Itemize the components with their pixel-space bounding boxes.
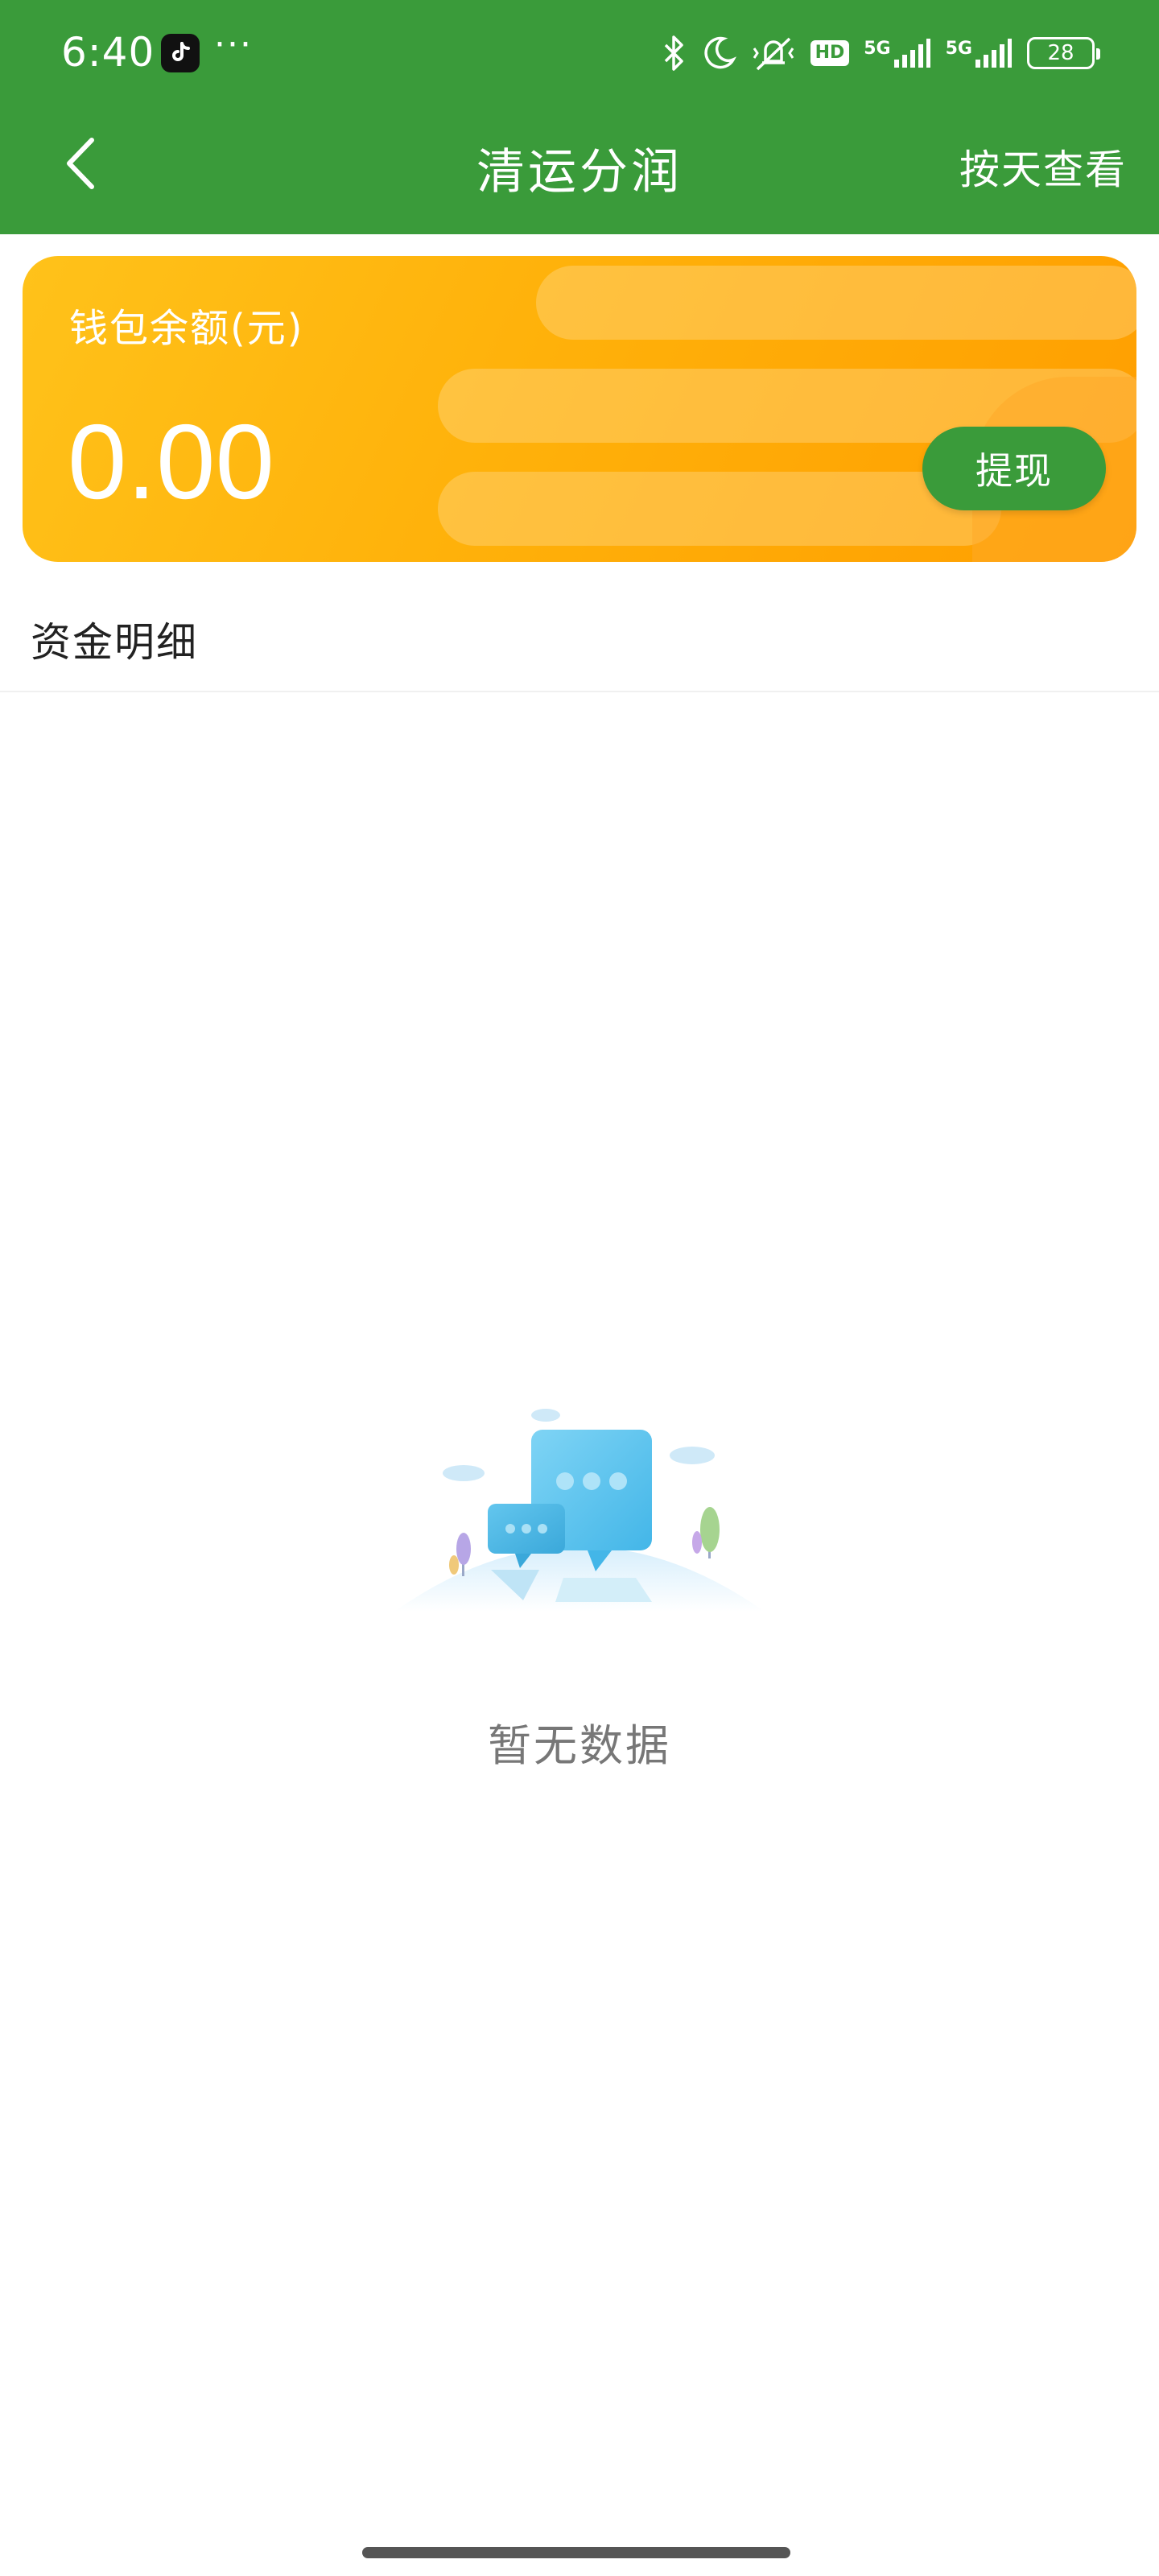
notification-more-icon: ···	[214, 24, 253, 65]
card-decoration	[438, 472, 1001, 546]
battery-level: 28	[1047, 41, 1074, 65]
status-bar: 6:40 ··· HD 5G 5G 28	[0, 0, 1159, 107]
signal-1: 5G	[864, 37, 930, 69]
status-icons: HD 5G 5G 28	[662, 31, 1100, 76]
network-type-label: 5G	[864, 39, 891, 59]
empty-state-illustration	[394, 1401, 765, 1618]
section-title-fund-details: 资金明细	[31, 619, 198, 666]
wallet-balance-label: 钱包余额(元)	[69, 306, 304, 351]
network-type-label: 5G	[945, 39, 972, 59]
battery-icon: 28	[1027, 37, 1100, 69]
app-header: 6:40 ··· HD 5G 5G 28 清运分润 按天查看	[0, 0, 1159, 234]
bluetooth-icon	[662, 34, 687, 72]
card-decoration	[536, 266, 1136, 340]
moon-icon	[701, 35, 736, 71]
nav-bar: 清运分润 按天查看	[0, 107, 1159, 234]
home-indicator[interactable]	[362, 2547, 790, 2558]
withdraw-button[interactable]: 提现	[922, 427, 1106, 510]
wallet-card: 钱包余额(元) 0.00 提现	[23, 256, 1136, 562]
hd-badge: HD	[810, 40, 850, 66]
tiktok-icon	[161, 34, 200, 72]
wallet-balance-amount: 0.00	[68, 402, 274, 521]
status-time: 6:40	[61, 29, 155, 76]
divider	[0, 691, 1159, 692]
mute-bell-icon	[751, 34, 796, 72]
view-by-day-button[interactable]: 按天查看	[959, 138, 1127, 196]
empty-state-text: 暂无数据	[488, 1720, 671, 1771]
signal-2: 5G	[946, 37, 1013, 69]
